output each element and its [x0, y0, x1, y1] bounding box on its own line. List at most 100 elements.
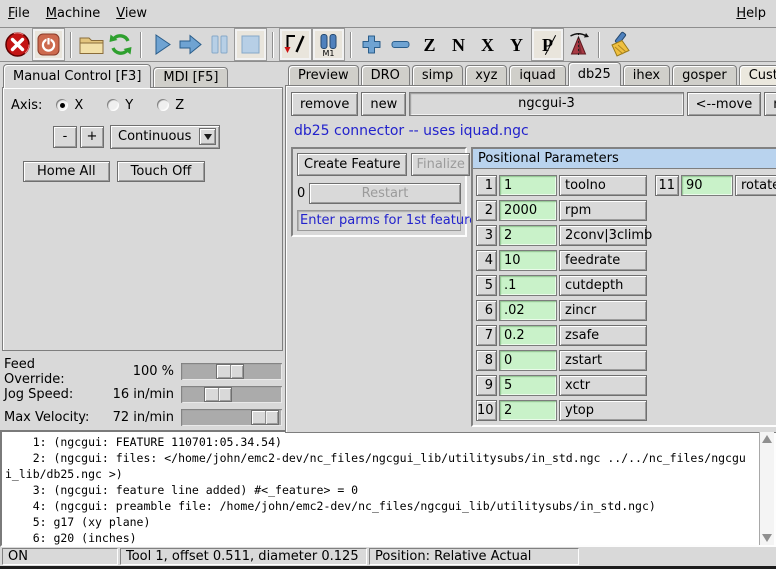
param-value-input[interactable]: .1 [499, 275, 557, 296]
axis-y-radio[interactable]: Y [107, 98, 133, 113]
tab-simp[interactable]: simp [412, 65, 463, 85]
zoom-out-button[interactable] [386, 30, 415, 59]
home-all-button[interactable]: Home All [23, 161, 110, 182]
axis-z-radio[interactable]: Z [157, 98, 184, 113]
reload-button[interactable] [106, 30, 135, 59]
slider-handle[interactable] [216, 364, 244, 379]
ngcgui-name-entry[interactable]: ngcgui-3 [409, 92, 683, 116]
jog-speed-value: 16 in/min [96, 387, 174, 402]
param-number: 7 [476, 325, 497, 346]
jog-mode-dropdown[interactable]: Continuous [110, 125, 220, 149]
param-name-label: cutdepth [559, 275, 647, 296]
restart-button: Restart [309, 183, 461, 204]
toolbar-separator [272, 32, 274, 58]
param-number: 5 [476, 275, 497, 296]
move-right-button[interactable]: move--> [764, 92, 776, 116]
folder-icon [78, 31, 105, 58]
new-button[interactable]: new [361, 92, 406, 116]
remove-button[interactable]: remove [291, 92, 358, 116]
view-x-button[interactable]: X [473, 30, 502, 59]
view-perspective-toggle[interactable]: P [532, 29, 563, 60]
param-value-input[interactable]: .02 [499, 300, 557, 321]
view-y-button[interactable]: Y [502, 30, 531, 59]
tab-iquad[interactable]: iquad [509, 65, 565, 85]
block-delete-toggle[interactable] [280, 29, 311, 60]
gcode-log-area: 1: (ngcgui: FEATURE 110701:05.34.54) 2: … [0, 430, 776, 547]
svg-text:M1: M1 [323, 49, 335, 57]
log-line: 1: (ngcgui: FEATURE 110701:05.34.54) [5, 434, 759, 450]
param-value-input[interactable]: 90 [681, 175, 733, 196]
view-x-icon: X [481, 36, 494, 54]
ngcgui-panel: Preview DRO simp xyz iquad db25 ihex gos… [285, 62, 776, 430]
tab-dro[interactable]: DRO [361, 65, 410, 85]
menu-file[interactable]: File [8, 6, 30, 21]
tab-custom[interactable]: Custom [739, 65, 776, 85]
param-value-input[interactable]: 0.2 [499, 325, 557, 346]
run-button[interactable] [147, 30, 176, 59]
tab-preview[interactable]: Preview [288, 65, 359, 85]
view-perspective-icon: P [542, 36, 553, 54]
step-button[interactable] [176, 30, 205, 59]
jog-speed-slider[interactable] [181, 386, 282, 403]
tab-xyz[interactable]: xyz [465, 65, 507, 85]
menu-machine[interactable]: Machine [46, 6, 100, 21]
log-line: i_lib/db25.ngc >) [5, 466, 759, 482]
pause-button[interactable] [205, 30, 234, 59]
toolbar-separator [70, 32, 72, 58]
param-value-input[interactable]: 2 [499, 400, 557, 421]
param-value-input[interactable]: 5 [499, 375, 557, 396]
param-value-input[interactable]: 1 [499, 175, 557, 196]
manual-control-panel: Manual Control [F3] MDI [F5] Axis: X Y Z [0, 62, 285, 430]
feed-override-slider[interactable] [181, 363, 282, 380]
max-velocity-label: Max Velocity: [4, 410, 96, 425]
tab-gosper[interactable]: gosper [672, 65, 737, 85]
view-y-icon: Y [510, 36, 523, 54]
left-tab-bar: Manual Control [F3] MDI [F5] [0, 62, 285, 87]
tab-manual-control[interactable]: Manual Control [F3] [3, 64, 151, 88]
log-scrollbar[interactable] [759, 432, 774, 545]
param-number: 1 [476, 175, 497, 196]
view-z2-button[interactable]: N [444, 30, 473, 59]
touch-off-button[interactable]: Touch Off [117, 161, 206, 182]
param-value-input[interactable]: 0 [499, 350, 557, 371]
menu-help[interactable]: Help [736, 6, 766, 21]
gcode-log-text[interactable]: 1: (ngcgui: FEATURE 110701:05.34.54) 2: … [2, 432, 759, 545]
param-name-label: zstart [559, 350, 647, 371]
param-value-input[interactable]: 2000 [499, 200, 557, 221]
tab-db25[interactable]: db25 [568, 62, 621, 86]
move-left-button[interactable]: <--move [687, 92, 762, 116]
machine-power-toggle[interactable] [33, 29, 64, 60]
open-file-button[interactable] [77, 30, 106, 59]
create-feature-button[interactable]: Create Feature [297, 153, 407, 176]
rotate-view-button[interactable] [564, 30, 593, 59]
slider-handle[interactable] [251, 410, 279, 425]
param-row: 5 .1 cutdepth [476, 275, 776, 296]
axis-x-radio[interactable]: X [56, 98, 83, 113]
menu-view[interactable]: View [116, 6, 147, 21]
feed-override-row: Feed Override: 100 % [4, 361, 285, 382]
scroll-down-arrow-icon[interactable] [762, 534, 772, 542]
param-value-input[interactable]: 10 [499, 250, 557, 271]
jog-minus-button[interactable]: - [53, 126, 77, 148]
tab-mdi[interactable]: MDI [F5] [153, 67, 228, 87]
param-number: 6 [476, 300, 497, 321]
jog-plus-button[interactable]: + [80, 126, 104, 148]
scroll-up-arrow-icon[interactable] [762, 435, 772, 443]
max-velocity-slider[interactable] [181, 409, 282, 426]
toolbar-separator [140, 32, 142, 58]
param-number: 8 [476, 350, 497, 371]
view-z2-icon: N [452, 36, 465, 54]
slider-block: Feed Override: 100 % Jog Speed: 16 in/mi… [0, 360, 285, 430]
radio-icon [56, 99, 68, 111]
optional-stop-toggle[interactable]: M1 [313, 29, 344, 60]
estop-button[interactable] [3, 30, 32, 59]
view-z-button[interactable]: Z [415, 30, 444, 59]
zoom-in-button[interactable] [357, 30, 386, 59]
tab-ihex[interactable]: ihex [623, 65, 670, 85]
param-value-input[interactable]: 2 [499, 225, 557, 246]
param-number: 10 [476, 400, 497, 421]
clear-plot-button[interactable] [605, 30, 634, 59]
slider-handle[interactable] [204, 387, 232, 402]
stop-toggle[interactable] [235, 29, 266, 60]
view-z-icon: Z [423, 36, 435, 54]
